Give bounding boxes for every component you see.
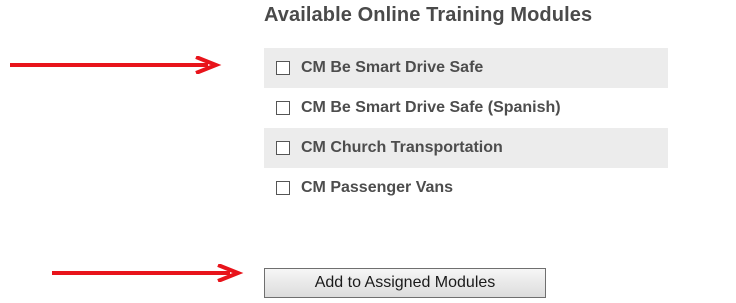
module-checkbox[interactable]	[276, 141, 290, 155]
list-item[interactable]: CM Passenger Vans	[264, 168, 668, 208]
list-item[interactable]: CM Be Smart Drive Safe (Spanish)	[264, 88, 668, 128]
list-item[interactable]: CM Be Smart Drive Safe	[264, 48, 668, 88]
module-label: CM Be Smart Drive Safe (Spanish)	[301, 99, 561, 116]
right-arrow-icon	[52, 264, 244, 282]
module-label: CM Be Smart Drive Safe	[301, 59, 484, 76]
module-checkbox[interactable]	[276, 101, 290, 115]
module-checkbox[interactable]	[276, 61, 290, 75]
page-title: Available Online Training Modules	[264, 4, 593, 26]
module-checkbox[interactable]	[276, 181, 290, 195]
right-arrow-icon	[10, 56, 222, 74]
add-to-assigned-modules-button[interactable]: Add to Assigned Modules	[264, 268, 546, 298]
list-item[interactable]: CM Church Transportation	[264, 128, 668, 168]
module-label: CM Passenger Vans	[301, 179, 454, 196]
module-label: CM Church Transportation	[301, 139, 503, 156]
module-list: CM Be Smart Drive Safe CM Be Smart Drive…	[264, 48, 668, 208]
